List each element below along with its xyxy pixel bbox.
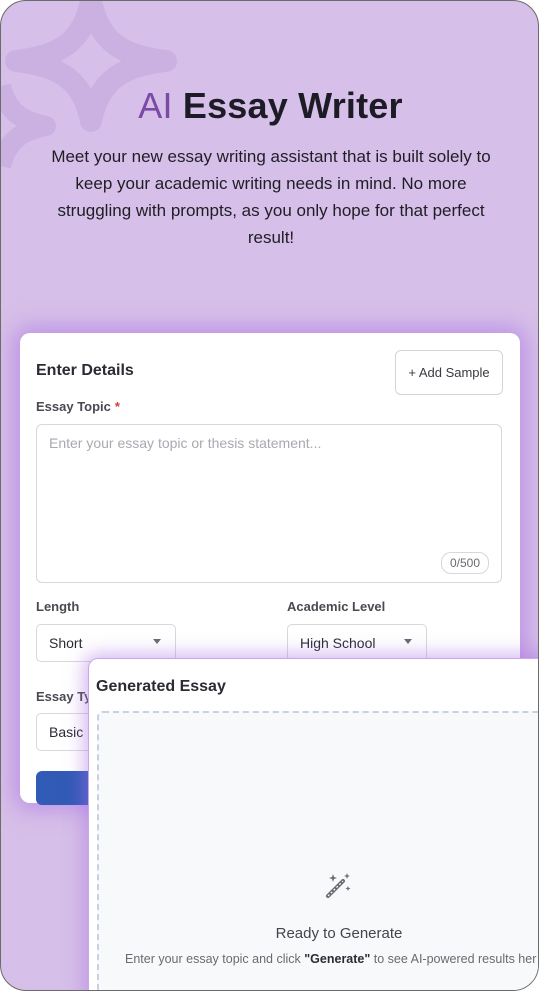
ready-description-suffix: to see AI-powered results her: [370, 952, 537, 966]
generated-essay-title: Generated Essay: [96, 678, 226, 695]
page-title: AI Essay Writer: [1, 85, 538, 127]
essay-topic-label-text: Essay Topic: [36, 399, 111, 414]
ready-description: Enter your essay topic and click "Genera…: [125, 952, 536, 966]
generated-essay-panel: Generated Essay Ready to Generate Enter …: [88, 658, 538, 990]
essay-topic-label: Essay Topic *: [36, 399, 120, 414]
academic-level-label: Academic Level: [287, 599, 386, 614]
essay-topic-placeholder: Enter your essay topic or thesis stateme…: [49, 435, 322, 451]
chevron-down-icon: [404, 639, 412, 644]
page-title-ai: AI: [138, 85, 173, 126]
chevron-down-icon: [153, 639, 161, 644]
app-frame: AI Essay Writer Meet your new essay writ…: [0, 0, 539, 991]
ready-title: Ready to Generate: [275, 925, 403, 942]
add-sample-button[interactable]: + Add Sample: [395, 350, 503, 395]
ready-description-bold: "Generate": [304, 952, 371, 966]
essay-type-select-value: Basic: [49, 724, 84, 740]
essay-type-label: Essay Ty: [36, 689, 92, 704]
length-select-value: Short: [49, 635, 83, 651]
essay-output-area: Ready to Generate Enter your essay topic…: [97, 711, 538, 990]
page-description: Meet your new essay writing assistant th…: [51, 147, 491, 247]
essay-topic-input[interactable]: Enter your essay topic or thesis stateme…: [36, 424, 502, 583]
character-counter: 0/500: [440, 552, 489, 574]
page-title-rest: Essay Writer: [172, 85, 403, 126]
required-mark: *: [114, 399, 120, 414]
magic-wand-icon: [326, 873, 351, 898]
length-label: Length: [36, 599, 80, 614]
ready-description-prefix: Enter your essay topic and click: [125, 952, 305, 966]
length-select[interactable]: Short: [36, 624, 176, 662]
form-title: Enter Details: [36, 362, 134, 379]
academic-level-select[interactable]: High School: [287, 624, 427, 662]
academic-level-select-value: High School: [300, 635, 376, 651]
